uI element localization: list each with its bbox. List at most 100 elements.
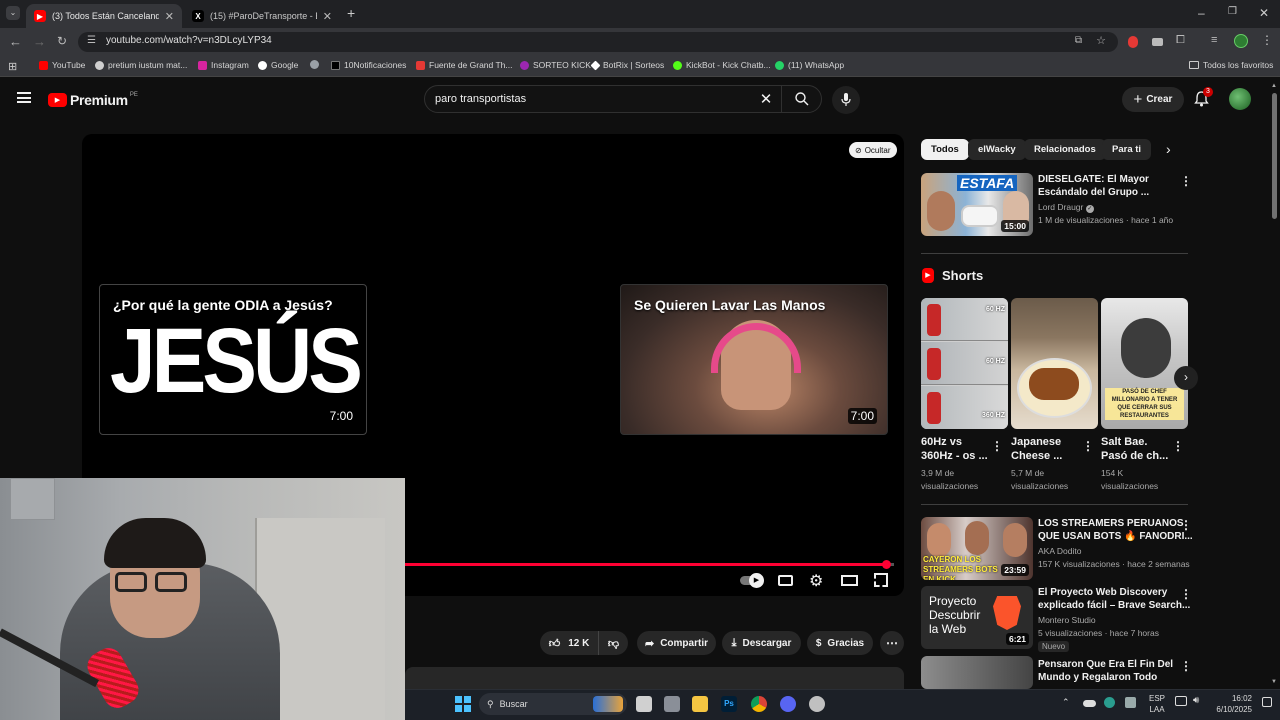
download-button[interactable]: ⤓ Descargar <box>722 631 801 655</box>
taskbar-search[interactable]: ⚲ Buscar <box>479 693 627 715</box>
windows-start-icon[interactable] <box>455 696 471 712</box>
scrollbar-up-icon[interactable]: ▲ <box>1271 83 1277 89</box>
video-title[interactable]: El Proyecto Web Discovery <box>1038 586 1167 599</box>
video-thumbnail[interactable]: CAYERON LOS STREAMERS BOTS EN KICK 23:59 <box>921 517 1033 580</box>
chrome-icon[interactable] <box>751 696 767 712</box>
video-thumbnail[interactable] <box>921 656 1033 689</box>
clear-search-icon[interactable]: ✕ <box>751 90 781 108</box>
chip-para-ti[interactable]: Para ti <box>1102 139 1152 160</box>
hide-endscreen-button[interactable]: ⊘ Ocultar <box>849 142 897 158</box>
chip-elwacky[interactable]: elWacky <box>968 139 1026 160</box>
more-options-icon[interactable]: ⋮ <box>1180 659 1192 673</box>
tab-search-button[interactable]: ⌄ <box>6 6 20 20</box>
fullscreen-icon[interactable] <box>874 573 888 587</box>
tray-app-icon[interactable] <box>1125 697 1136 708</box>
task-view-icon[interactable] <box>636 696 652 712</box>
progress-scrubber[interactable] <box>882 560 891 569</box>
short-thumbnail[interactable]: 60 HZ 60 HZ 360 HZ <box>921 298 1008 429</box>
video-title[interactable]: DIESELGATE: El Mayor <box>1038 173 1149 186</box>
more-options-icon[interactable]: ⋮ <box>1172 439 1184 453</box>
more-options-icon[interactable]: ⋮ <box>1180 587 1192 601</box>
youtube-logo[interactable]: ▶ Premium PE <box>48 92 138 108</box>
short-title[interactable]: 60Hz vs <box>921 436 962 448</box>
close-window-icon[interactable]: ✕ <box>1259 6 1269 20</box>
short-title[interactable]: Japanese <box>1011 436 1061 448</box>
clock[interactable]: 16:02 6/10/2025 <box>1212 693 1252 715</box>
bookmark-youtube[interactable]: YouTube <box>39 60 85 70</box>
short-thumbnail[interactable]: PASÓ DE CHEF MILLONARIO A TENER QUE CERR… <box>1101 298 1188 429</box>
close-icon[interactable]: ✕ <box>165 10 174 23</box>
channel-name[interactable]: Lord Draugr ✓ <box>1038 201 1094 214</box>
video-title-line2[interactable]: QUE USAN BOTS 🔥 FANODRI... <box>1038 530 1193 543</box>
page-scrollbar[interactable]: ▲ ▼ <box>1270 83 1279 689</box>
install-icon[interactable]: ⧉ <box>1075 35 1082 46</box>
restore-icon[interactable]: ❐ <box>1228 6 1237 17</box>
extension-icon[interactable] <box>1152 38 1163 46</box>
bookmark-whatsapp[interactable]: (11) WhatsApp <box>775 60 844 70</box>
bookmark-star-icon[interactable]: ☆ <box>1096 34 1106 47</box>
hamburger-menu-icon[interactable] <box>17 92 31 103</box>
more-options-icon[interactable]: ⋮ <box>1180 174 1192 188</box>
more-actions-button[interactable]: ⋯ <box>880 631 904 655</box>
discord-icon[interactable] <box>780 696 796 712</box>
autoplay-toggle[interactable]: ▶ <box>740 573 764 588</box>
url-field[interactable]: ☰ youtube.com/watch?v=n3DLcyLYP34 ⧉ ☆ <box>78 32 1118 52</box>
video-title[interactable]: Pensaron Que Era El Fin Del <box>1038 658 1173 671</box>
apps-grid-icon[interactable]: ⊞ <box>8 60 17 73</box>
all-bookmarks[interactable]: Todos los favoritos <box>1189 60 1273 70</box>
app-icon[interactable] <box>664 696 680 712</box>
extensions-puzzle-icon[interactable]: ⧠ <box>1176 34 1185 47</box>
search-box[interactable]: paro transportistas ✕ <box>424 85 822 113</box>
short-title-line2[interactable]: Pasó de ch... <box>1101 450 1168 462</box>
reload-icon[interactable]: ↻ <box>57 34 67 48</box>
settings-gear-icon[interactable]: ⚙ <box>809 571 823 591</box>
network-icon[interactable] <box>1175 696 1187 706</box>
extension-record-icon[interactable] <box>1128 36 1138 48</box>
notifications-button[interactable]: 3 <box>1194 87 1213 110</box>
more-options-icon[interactable]: ⋮ <box>991 439 1003 453</box>
notification-center-icon[interactable] <box>1262 697 1272 707</box>
video-title[interactable]: LOS STREAMERS PERUANOS <box>1038 517 1184 530</box>
more-options-icon[interactable]: ⋮ <box>1180 518 1192 532</box>
shorts-next-button[interactable]: › <box>1174 366 1198 390</box>
endcard-video-jesus[interactable]: ¿Por qué la gente ODIA a Jesús? JESÚS 7:… <box>99 284 367 435</box>
search-button[interactable] <box>781 86 821 112</box>
short-thumbnail[interactable] <box>1011 298 1098 429</box>
bookmark-unnamed[interactable] <box>310 60 323 69</box>
close-icon[interactable]: ✕ <box>323 10 332 23</box>
profile-avatar[interactable] <box>1234 34 1248 48</box>
language-indicator[interactable]: ESP LAA <box>1149 693 1165 715</box>
app-icon[interactable] <box>809 696 825 712</box>
bookmark-gta[interactable]: Fuente de Grand Th... <box>416 60 512 70</box>
description-box[interactable] <box>405 667 904 689</box>
voice-search-button[interactable] <box>832 86 860 114</box>
file-explorer-icon[interactable] <box>692 696 708 712</box>
bookmark-google[interactable]: Google <box>258 60 298 70</box>
onedrive-icon[interactable] <box>1083 700 1096 707</box>
account-avatar[interactable] <box>1229 88 1251 110</box>
minimize-icon[interactable]: – <box>1198 6 1205 20</box>
bookmark-instagram[interactable]: Instagram <box>198 60 249 70</box>
tab-x-search[interactable]: X (15) #ParoDeTransporte - Busca ✕ <box>184 4 340 28</box>
new-tab-button[interactable]: + <box>347 5 355 21</box>
short-title[interactable]: Salt Bae. <box>1101 436 1147 448</box>
tab-youtube[interactable]: ▶ (3) Todos Están Cancelando Ne ✕ <box>26 4 182 28</box>
scrollbar-down-icon[interactable]: ▼ <box>1271 679 1277 685</box>
bookmark-sorteo-kick[interactable]: SORTEO KICK <box>520 60 591 70</box>
channel-name[interactable]: AKA Dodito <box>1038 545 1081 558</box>
video-thumbnail[interactable]: ESTAFA 15:00 <box>921 173 1033 236</box>
video-thumbnail[interactable]: Proyecto Descubrir la Web 6:21 <box>921 586 1033 649</box>
scrollbar-thumb[interactable] <box>1272 93 1277 219</box>
volume-icon[interactable]: 🔊︎ <box>1193 695 1199 706</box>
thanks-button[interactable]: $ Gracias <box>807 631 873 655</box>
forward-icon[interactable]: → <box>33 34 46 49</box>
back-icon[interactable]: ← <box>9 34 22 49</box>
share-button[interactable]: ➦ Compartir <box>637 631 716 655</box>
theater-mode-icon[interactable] <box>841 575 858 586</box>
endcard-video-lavar-manos[interactable]: Se Quieren Lavar Las Manos 7:00 <box>620 284 888 435</box>
bookmark-kickbot[interactable]: KickBot - Kick Chatb... <box>673 60 771 70</box>
video-title-line2[interactable]: Mundo y Regalaron Todo <box>1038 671 1157 684</box>
like-button[interactable]: 👍︎ 12 K <box>540 631 598 655</box>
video-title-line2[interactable]: explicado fácil – Brave Search... <box>1038 599 1190 612</box>
photoshop-icon[interactable]: Ps <box>721 696 737 712</box>
